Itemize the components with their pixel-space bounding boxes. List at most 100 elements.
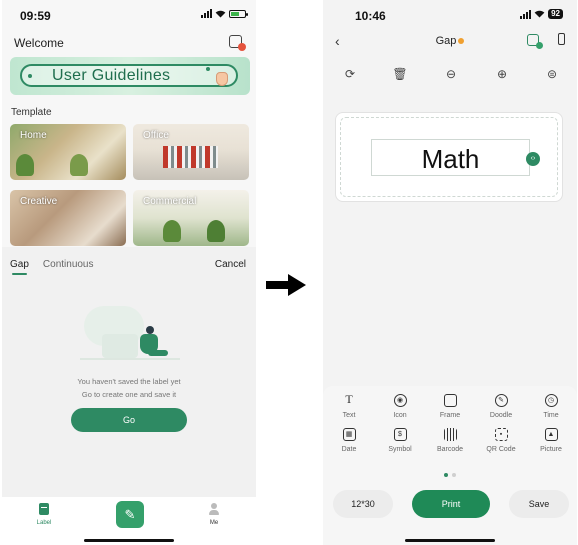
home-indicator [84,539,174,542]
element-label: Time [543,412,559,419]
template-tile-creative[interactable]: Creative [10,190,126,246]
element-text[interactable]: T Text [329,392,369,419]
template-tile-commercial[interactable]: Commercial [133,190,249,246]
element-date[interactable]: ▦ Date [329,428,369,453]
plant-decoration [70,154,88,176]
banner-decoration [28,74,32,78]
element-label: Barcode [436,446,464,453]
status-bar: 10:46 92 [323,0,577,30]
rotate-icon[interactable]: ⟳ [342,66,358,82]
user-guidelines-banner[interactable]: User Guidelines [10,57,250,95]
element-frame[interactable]: Frame [430,394,470,419]
battery-level: 92 [548,9,563,19]
save-button[interactable]: Save [509,490,569,518]
label-size-button[interactable]: 12*30 [333,490,393,518]
delete-icon[interactable]: 🗑 [392,66,408,82]
element-label: Date [341,446,357,453]
illustration-person-head [146,326,154,334]
signal-icon [520,9,532,19]
element-time[interactable]: ◷ Time [531,394,571,419]
zoom-out-icon[interactable]: ⊖ [443,66,459,82]
time-icon: ◷ [544,394,558,407]
plant-decoration [163,220,181,242]
icon-icon: ◉ [393,394,407,407]
plant-decoration [16,154,34,176]
status-time: 09:59 [20,9,51,23]
alert-badge [238,43,246,51]
element-label: Symbol [388,446,412,453]
right-arrow-icon [266,274,306,296]
empty-state-illustration [80,292,180,367]
date-icon: ▦ [342,428,356,441]
template-tile-home[interactable]: Home [10,124,126,180]
template-label: Office [143,130,169,141]
element-label: Text [342,412,356,419]
empty-message-line1: You haven't saved the label yet [77,377,181,386]
banner-label: User Guidelines [52,67,171,84]
welcome-heading: Welcome [14,36,64,50]
pointer-hand-icon [216,72,228,86]
empty-message-line2: Go to create one and save it [81,390,177,399]
zoom-in-icon[interactable]: ⊕ [494,66,510,82]
template-tile-office[interactable]: Office [133,124,249,180]
shelf-decoration [163,146,218,168]
settings-dot-icon [458,38,465,45]
status-bar: 09:59 [2,0,256,30]
label-canvas[interactable]: Math ‹› [335,112,563,202]
tab-label-text: Label [36,520,52,526]
illustration-ground [80,358,180,360]
tab-continuous[interactable]: Continuous [43,259,94,270]
banner-decoration [206,67,210,71]
left-phone-screen: 09:59 Welcome User Guidelines Template H… [2,0,256,545]
page-dot-active [444,473,448,477]
element-doodle[interactable]: ✎ Doodle [481,394,521,419]
element-symbol[interactable]: $ Symbol [380,428,420,453]
go-button[interactable]: Go [71,408,187,432]
right-phone-screen: 10:46 92 ‹ Gap ⟳ 🗑 ⊖ ⊕ ⊜ Math ‹› T Text ◉… [323,0,577,545]
printer-connected-icon[interactable] [527,34,543,49]
connected-badge [536,42,543,49]
document-title-text: Gap [435,35,457,47]
element-icon[interactable]: ◉ Icon [380,394,420,419]
signal-icon [201,9,212,18]
align-icon[interactable]: ⊜ [544,66,560,82]
tab-gap[interactable]: Gap [10,259,29,275]
element-barcode[interactable]: Barcode [430,428,470,453]
frame-icon [443,394,457,407]
template-label: Home [20,130,47,141]
illustration-person-leg [148,350,168,356]
element-picture[interactable]: ▲ Picture [531,428,571,453]
text-icon: T [345,392,353,406]
tab-label[interactable]: Label [29,503,59,526]
printer-connection-icon[interactable] [229,35,246,51]
element-label: Picture [540,446,562,453]
plant-decoration [207,220,225,242]
home-indicator [405,539,495,542]
text-element[interactable]: Math [371,139,530,176]
tab-me[interactable]: Me [199,503,229,526]
pen-icon: ✎ [124,507,136,522]
resize-handle-icon[interactable]: ‹› [526,152,540,166]
printer-battery-icon [558,33,565,45]
create-label-button[interactable]: ✎ [116,501,144,528]
tab-me-text: Me [209,520,219,526]
element-label: Frame [439,412,461,419]
illustration-box [102,334,138,358]
doodle-icon: ✎ [494,394,508,407]
label-icon [39,503,49,515]
status-icons [201,9,248,18]
element-label: Doodle [489,412,513,419]
cancel-button[interactable]: Cancel [215,259,246,270]
element-label: QR Code [486,446,516,453]
element-label: Icon [393,412,407,419]
page-dot [452,473,456,477]
page-indicator [323,464,577,482]
template-heading: Template [11,107,52,118]
print-button[interactable]: Print [412,490,490,518]
editor-nav-bar: ‹ Gap [323,28,577,54]
element-qr-code[interactable]: ▪ QR Code [481,428,521,453]
template-label: Commercial [143,196,197,207]
paper-type-tabs: Gap Continuous [10,259,94,275]
status-time: 10:46 [355,9,386,23]
editor-toolbar: ⟳ 🗑 ⊖ ⊕ ⊜ [323,66,577,86]
